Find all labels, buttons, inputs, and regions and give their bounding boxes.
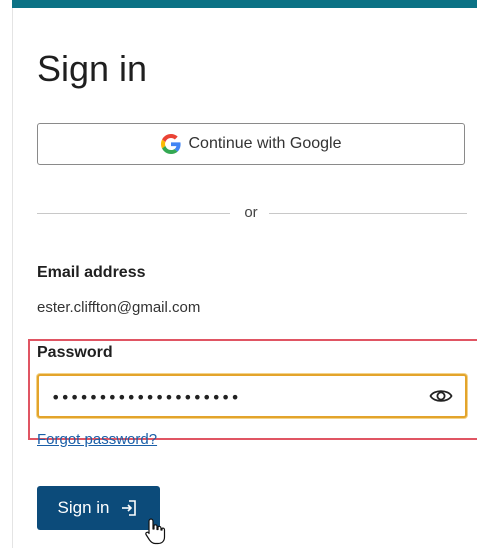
page-title: Sign in xyxy=(37,48,148,89)
sign-in-arrow-icon xyxy=(122,500,137,516)
google-logo-icon xyxy=(160,134,181,154)
sign-in-button[interactable]: Sign in xyxy=(37,486,160,530)
email-value: ester.cliffton@gmail.com xyxy=(37,299,201,316)
hand-pointer-cursor-icon xyxy=(145,518,166,545)
forgot-password-link[interactable]: Forgot password? xyxy=(37,431,157,448)
eye-icon[interactable] xyxy=(429,386,453,406)
password-field[interactable] xyxy=(37,374,467,418)
email-label: Email address xyxy=(37,264,146,281)
divider-line-right xyxy=(269,213,467,214)
sign-in-button-label: Sign in xyxy=(57,498,110,517)
password-input[interactable] xyxy=(49,384,413,410)
or-divider: or xyxy=(37,202,467,224)
continue-with-google-button[interactable]: Continue with Google xyxy=(37,123,465,165)
divider-line-left xyxy=(37,213,230,214)
password-label: Password xyxy=(37,344,113,361)
top-accent-bar xyxy=(12,0,477,8)
sign-in-page: Sign in Continue with Google or Email ad… xyxy=(0,0,477,548)
google-button-label: Continue with Google xyxy=(188,135,342,152)
divider-text: or xyxy=(244,204,258,221)
card-left-border xyxy=(12,8,13,548)
